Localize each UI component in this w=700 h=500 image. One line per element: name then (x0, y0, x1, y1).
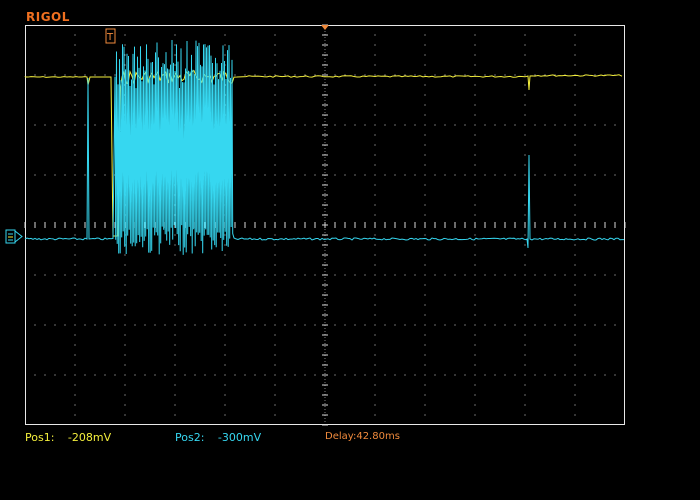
center-arrow-icon (321, 25, 329, 30)
trigger-position-label: T (106, 32, 114, 43)
pos1-value: -208mV (67, 431, 112, 444)
delay-readout: Delay:42.80ms (325, 431, 400, 442)
ground-marker-icon[interactable] (5, 229, 23, 244)
pos2-readout: Pos2: -300mV (175, 431, 261, 444)
waveform-display: T (5, 24, 626, 426)
pos2-value: -300mV (217, 431, 262, 444)
pos1-readout: Pos1: -208mV (25, 431, 111, 444)
delay-value: 42.80ms (356, 431, 400, 442)
trigger-position-marker[interactable]: T (105, 28, 116, 44)
pos1-label: Pos1: (25, 431, 55, 444)
pos2-label: Pos2: (175, 431, 205, 444)
delay-label: Delay: (325, 431, 357, 442)
